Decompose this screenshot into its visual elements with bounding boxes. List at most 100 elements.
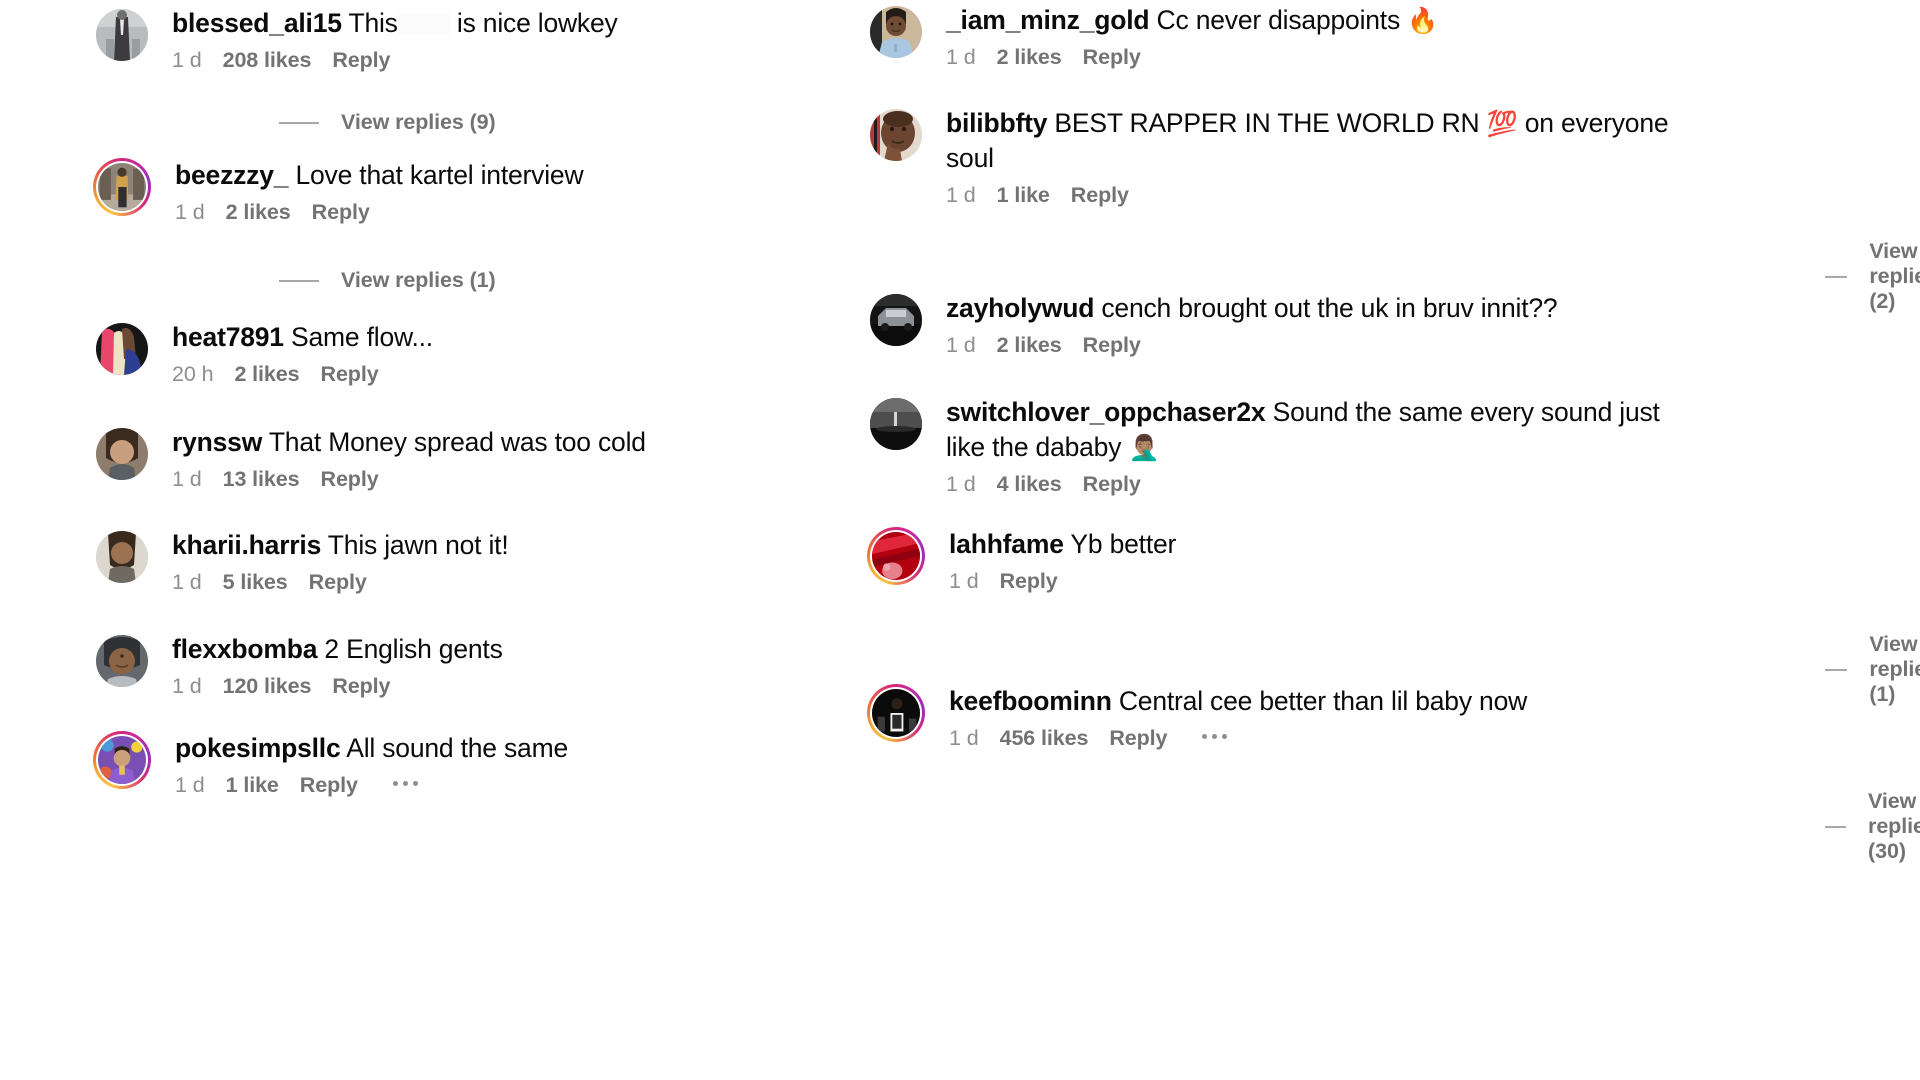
username[interactable]: blessed_ali15 — [172, 8, 342, 38]
likes-count[interactable]: 1 like — [226, 773, 279, 798]
comment-kharii.harris[interactable]: kharii.harris This jawn not it! 1 d 5 li… — [96, 528, 926, 595]
comment-text: blessed_ali15 This is nice lowkey — [172, 6, 926, 41]
reply-button[interactable]: Reply — [312, 200, 370, 225]
comment-text: pokesimpsllc All sound the same — [175, 731, 926, 766]
comment-heat7891[interactable]: heat7891 Same flow... 20 h 2 likes Reply — [96, 320, 926, 387]
fire-emoji: 🔥 — [1407, 6, 1439, 35]
username[interactable]: zayholywud — [946, 293, 1094, 323]
more-options-icon[interactable] — [1202, 734, 1228, 743]
avatar-with-story-ring[interactable] — [867, 684, 925, 742]
avatar[interactable] — [96, 9, 148, 61]
comment-body: beezzzy_ Love that kartel interview 1 d … — [151, 158, 926, 225]
reply-button[interactable]: Reply — [332, 674, 390, 699]
avatar[interactable] — [96, 531, 148, 583]
avatar-image — [98, 163, 146, 211]
reply-button[interactable]: Reply — [321, 362, 379, 387]
avatar-image — [872, 689, 920, 737]
username[interactable]: pokesimpsllc — [175, 733, 341, 763]
timestamp: 1 d — [172, 467, 202, 491]
hundred-points-emoji: 💯 — [1486, 109, 1518, 138]
view-replies-label[interactable]: View replies (9) — [341, 110, 496, 135]
timestamp: 1 d — [949, 726, 979, 750]
reply-button[interactable]: Reply — [309, 570, 367, 595]
dash-icon — [1825, 668, 1848, 671]
username[interactable]: flexxbomba — [172, 634, 317, 664]
avatar-with-story-ring[interactable] — [867, 527, 925, 585]
dash-icon — [279, 121, 319, 124]
view-replies-button[interactable]: View replies (1) — [279, 268, 496, 293]
comment-lahhfame[interactable]: lahhfame Yb better 1 d Reply — [867, 527, 1700, 594]
avatar[interactable] — [870, 294, 922, 346]
avatar[interactable] — [870, 398, 922, 450]
comment-switchlover_oppchaser2x[interactable]: switchlover_oppchaser2x Sound the same e… — [870, 395, 1670, 497]
comment-body: flexxbomba 2 English gents 1 d 120 likes… — [148, 632, 926, 699]
comment-meta: 1 d 1 like Reply — [175, 773, 926, 798]
username[interactable]: rynssw — [172, 427, 262, 457]
comment-text: zayholywud cench brought out the uk in b… — [946, 291, 1780, 326]
likes-count[interactable]: 120 likes — [223, 674, 312, 699]
username[interactable]: _iam_minz_gold — [946, 5, 1150, 35]
reply-button[interactable]: Reply — [1083, 45, 1141, 70]
comment-text-before: All sound the same — [340, 733, 568, 763]
view-replies-button[interactable]: View replies (9) — [279, 110, 496, 135]
avatar[interactable] — [96, 635, 148, 687]
comment-meta: 1 d Reply — [949, 569, 1700, 594]
comment-rynssw[interactable]: rynssw That Money spread was too cold 1 … — [96, 425, 926, 492]
reply-button[interactable]: Reply — [1083, 333, 1141, 358]
username[interactable]: bilibbfty — [946, 108, 1047, 138]
reply-button[interactable]: Reply — [300, 773, 358, 798]
username[interactable]: heat7891 — [172, 322, 284, 352]
comment-body: heat7891 Same flow... 20 h 2 likes Reply — [148, 320, 926, 387]
likes-count[interactable]: 2 likes — [997, 333, 1062, 358]
reply-button[interactable]: Reply — [332, 48, 390, 73]
likes-count[interactable]: 456 likes — [1000, 726, 1089, 751]
comment-pokesimpsllc[interactable]: pokesimpsllc All sound the same 1 d 1 li… — [93, 731, 926, 798]
view-replies-label[interactable]: View replies (2) — [1869, 239, 1920, 314]
username[interactable]: beezzzy_ — [175, 160, 288, 190]
timestamp: 1 d — [172, 570, 202, 594]
view-replies-label[interactable]: View replies (1) — [341, 268, 496, 293]
comment-beezzzy_[interactable]: beezzzy_ Love that kartel interview 1 d … — [93, 158, 926, 225]
username[interactable]: keefboominn — [949, 686, 1112, 716]
username[interactable]: kharii.harris — [172, 530, 321, 560]
comment-text: bilibbfty BEST RAPPER IN THE WORLD RN 💯 … — [946, 106, 1700, 176]
likes-count[interactable]: 1 like — [997, 183, 1050, 208]
likes-count[interactable]: 2 likes — [234, 362, 299, 387]
view-replies-label[interactable]: View replies (30) — [1868, 789, 1920, 864]
likes-count[interactable]: 208 likes — [223, 48, 312, 73]
avatar-with-story-ring[interactable] — [93, 158, 151, 216]
reply-button[interactable]: Reply — [1083, 472, 1141, 497]
reply-button[interactable]: Reply — [1000, 569, 1058, 594]
likes-count[interactable]: 5 likes — [223, 570, 288, 595]
avatar[interactable] — [870, 109, 922, 161]
username[interactable]: switchlover_oppchaser2x — [946, 397, 1266, 427]
comment-blessed_ali15[interactable]: blessed_ali15 This is nice lowkey 1 d 20… — [96, 6, 926, 73]
reply-button[interactable]: Reply — [321, 467, 379, 492]
comment-text: flexxbomba 2 English gents — [172, 632, 926, 667]
reply-button[interactable]: Reply — [1071, 183, 1129, 208]
view-replies-button[interactable]: View replies (30) — [1825, 789, 1920, 864]
comment-zayholywud[interactable]: zayholywud cench brought out the uk in b… — [870, 291, 1780, 358]
comment-text-after: is nice lowkey — [449, 8, 618, 38]
comment-keefboominn[interactable]: keefboominn Central cee better than lil … — [867, 684, 1700, 751]
comment-flexxbomba[interactable]: flexxbomba 2 English gents 1 d 120 likes… — [96, 632, 926, 699]
comment-bilibbfty[interactable]: bilibbfty BEST RAPPER IN THE WORLD RN 💯 … — [870, 106, 1700, 208]
more-options-icon[interactable] — [392, 781, 418, 790]
likes-count[interactable]: 13 likes — [223, 467, 300, 492]
view-replies-button[interactable]: View replies (1) — [1825, 632, 1920, 707]
view-replies-button[interactable]: View replies (2) — [1825, 239, 1920, 314]
avatar[interactable] — [96, 428, 148, 480]
likes-count[interactable]: 4 likes — [997, 472, 1062, 497]
username[interactable]: lahhfame — [949, 529, 1064, 559]
avatar-image — [96, 323, 148, 375]
comment-_iam_minz_gold[interactable]: _iam_minz_gold Cc never disappoints 🔥 1 … — [870, 3, 1780, 70]
likes-count[interactable]: 2 likes — [226, 200, 291, 225]
comment-text-before: cench brought out the uk in bruv innit?? — [1094, 293, 1558, 323]
avatar-image — [870, 6, 922, 58]
reply-button[interactable]: Reply — [1109, 726, 1167, 751]
avatar-with-story-ring[interactable] — [93, 731, 151, 789]
avatar[interactable] — [96, 323, 148, 375]
likes-count[interactable]: 2 likes — [997, 45, 1062, 70]
avatar[interactable] — [870, 6, 922, 58]
view-replies-label[interactable]: View replies (1) — [1869, 632, 1920, 707]
